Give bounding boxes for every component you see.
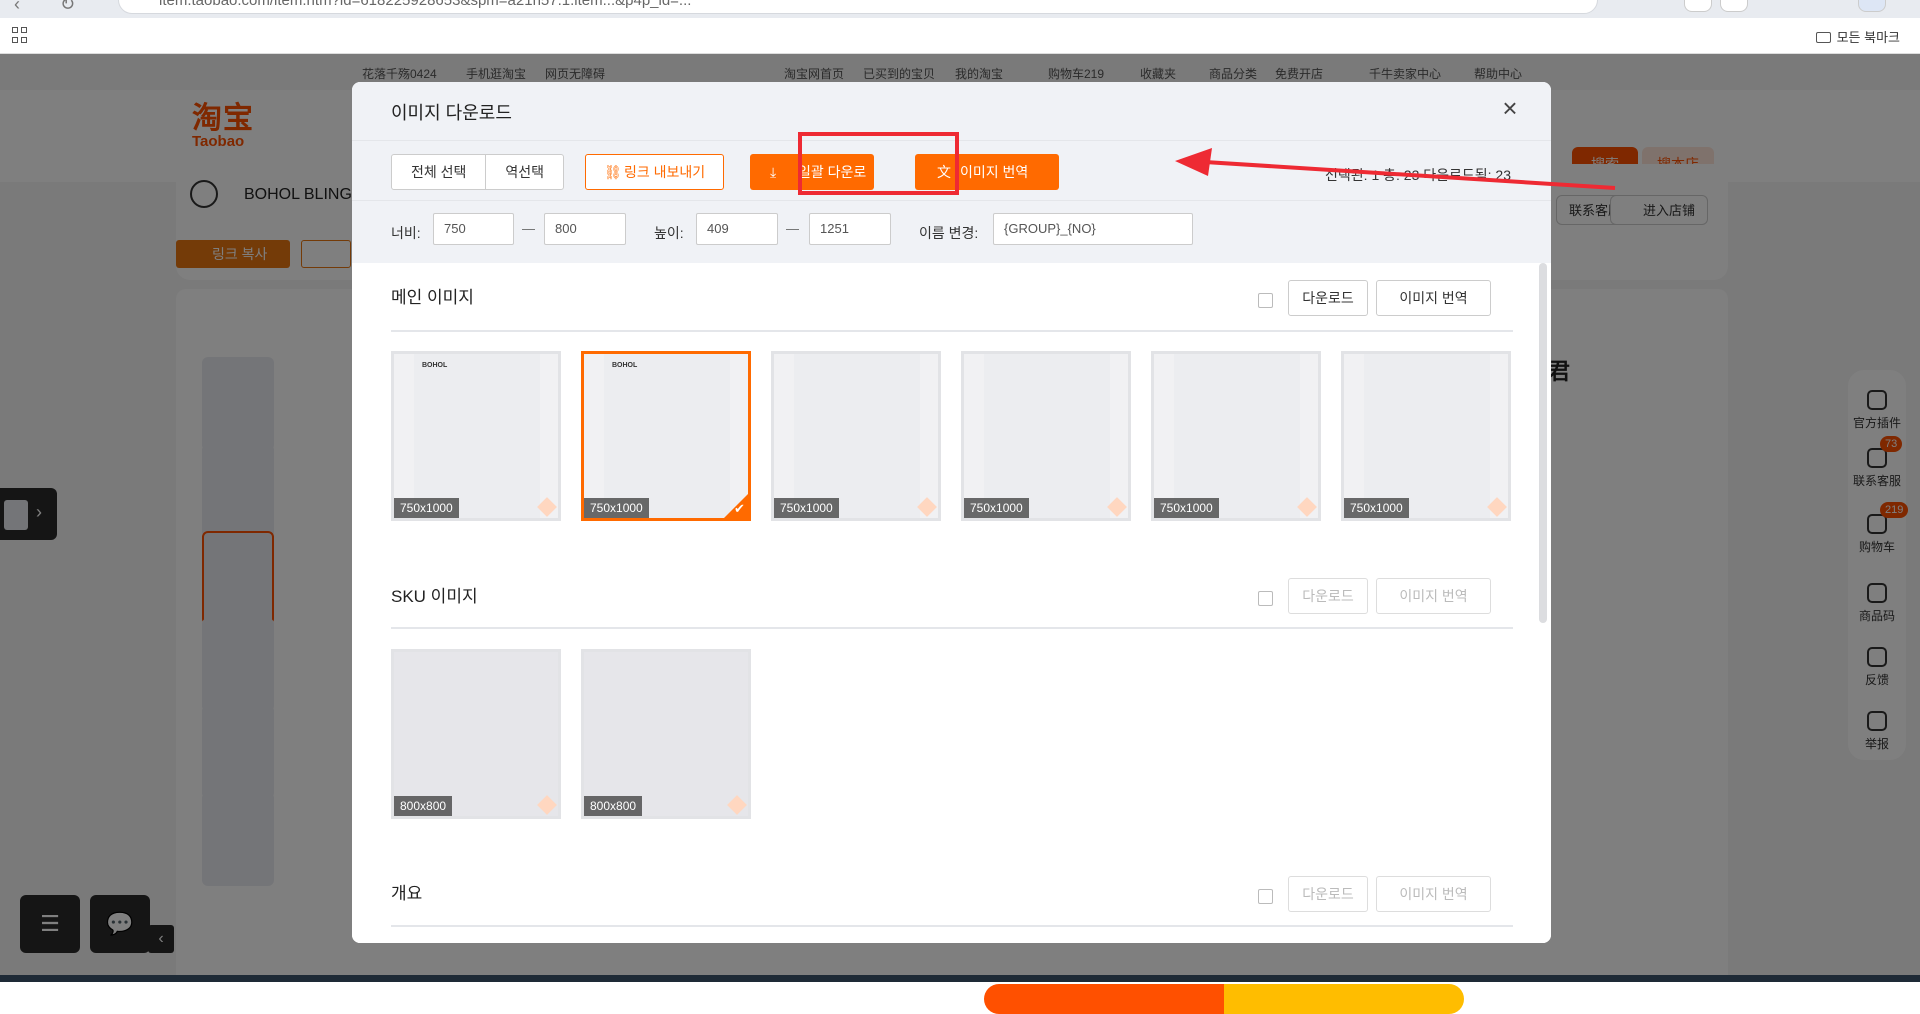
annotation-arrow-line bbox=[1204, 160, 1616, 190]
annotation-arrow bbox=[1175, 148, 1616, 190]
os-taskbar bbox=[0, 975, 1920, 982]
buy-now-button[interactable] bbox=[984, 984, 1224, 1014]
buy-buttons bbox=[984, 984, 1464, 1014]
annotation-arrow-head bbox=[1175, 148, 1212, 176]
add-to-cart-button[interactable] bbox=[1224, 984, 1464, 1014]
